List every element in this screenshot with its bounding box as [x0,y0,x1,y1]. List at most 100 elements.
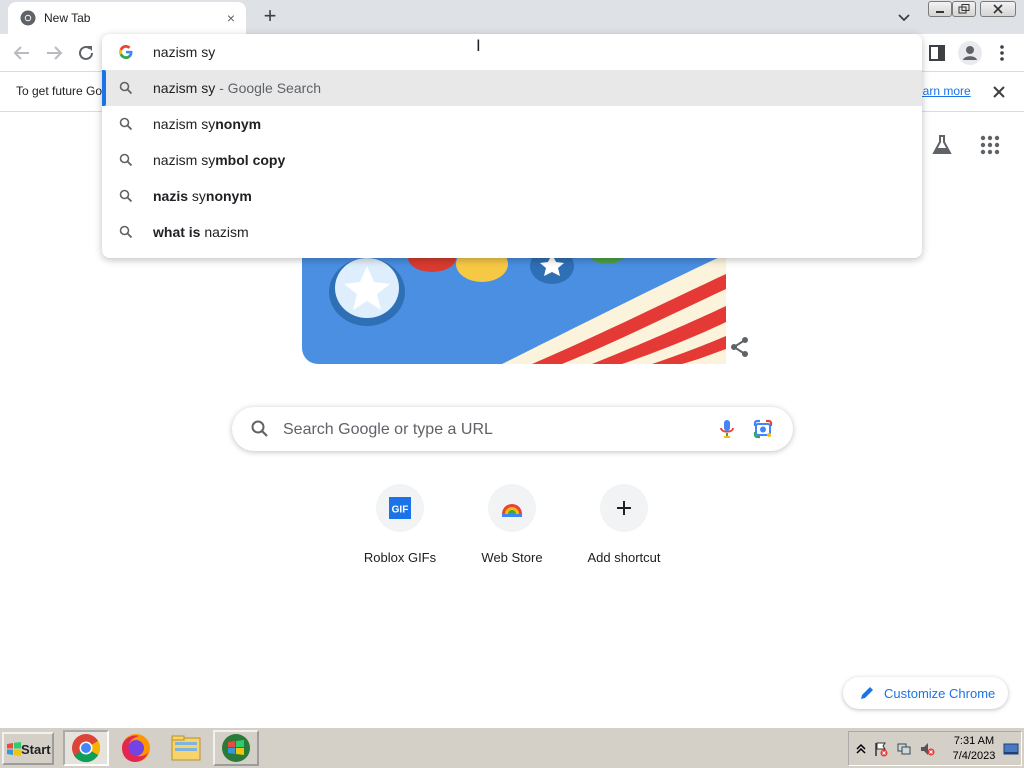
google-g-icon [119,45,133,59]
search-icon [119,153,133,167]
tab-close-icon[interactable]: × [222,9,240,27]
omnibox-suggestion[interactable]: nazism sy - Google Search [102,70,922,106]
shortcut-label: Web Store [481,550,543,565]
taskbar-chrome-button[interactable] [63,730,109,766]
suggestion-completion: nonym [205,188,252,204]
suggestion-text: nazism sy - Google Search [153,80,321,96]
omnibox-suggestion[interactable]: nazism synonym [102,106,922,142]
share-icon[interactable] [729,336,751,358]
person-icon [963,46,977,60]
search-icon [119,117,133,131]
ntp-search-box[interactable]: Search Google or type a URL [232,407,793,451]
suggestion-match: nazism [200,224,249,240]
learn-more-link[interactable]: earn more [916,84,976,98]
shortcut-web-store[interactable]: Web Store [456,484,568,574]
show-desktop-icon[interactable] [1003,741,1019,757]
google-doodle[interactable] [302,244,726,364]
chrome-icon [20,10,36,26]
plus-icon [617,501,631,515]
close-icon[interactable] [990,83,1008,101]
suggestion-query: nazism sy [153,80,216,96]
profile-avatar[interactable] [958,41,982,65]
pencil-icon [861,687,873,699]
suggestion-prefix: what is [153,224,201,240]
close-icon [993,4,1003,14]
clock-date[interactable]: 7/4/2023 [949,750,999,762]
search-icon [119,189,133,203]
tab-strip: New Tab × + [0,0,1024,34]
minimize-icon [936,11,944,13]
omnibox-suggestion[interactable]: what is nazism [102,214,922,250]
kebab-menu-icon[interactable] [994,42,1010,64]
shortcut-label: Roblox GIFs [363,550,437,565]
search-icon [119,81,133,95]
volume-muted-icon[interactable] [919,741,935,757]
taskbar-explorer-button[interactable] [163,730,209,766]
shortcut-tile: GIF [376,484,424,532]
tab-new-tab[interactable]: New Tab × [8,2,246,34]
web-store-icon [502,504,522,517]
suggestion-completion: mbol copy [215,152,286,168]
info-bar-text: To get future Go [16,84,103,98]
suggestion-match: nazism sy [153,116,216,132]
shortcut-tile [488,484,536,532]
shortcut-tile [600,484,648,532]
omnibox-dropdown: nazism sy I nazism sy - Google Search na… [102,34,922,258]
customize-chrome-label: Customize Chrome [884,686,996,701]
chevron-up-icon[interactable] [853,741,869,757]
suggestion-text: nazis synonym [153,188,252,204]
taskbar-firefox-button[interactable] [113,730,159,766]
microphone-icon[interactable] [717,418,737,440]
suggestion-prefix: nazis [153,188,189,204]
restore-button[interactable] [952,1,976,17]
suggestion-text: what is nazism [153,224,249,240]
side-panel-icon[interactable] [927,43,947,63]
search-placeholder[interactable]: Search Google or type a URL [283,421,493,439]
doodle-image [302,244,726,364]
search-icon [251,420,268,437]
start-button[interactable]: Start [2,732,54,765]
firefox-icon [122,734,150,762]
minimize-button[interactable] [928,1,952,17]
suggestion-text: nazism synonym [153,116,261,132]
suggestion-completion: nonym [215,116,262,132]
windows-orb-icon [222,734,250,762]
suggestion-text: nazism symbol copy [153,152,285,168]
taskbar-windows-button[interactable] [213,730,259,766]
action-center-flag-icon[interactable] [873,741,889,757]
tab-title: New Tab [44,11,91,25]
back-arrow-icon[interactable] [11,42,33,64]
system-tray: 7:31 AM 7/4/2023 [848,731,1022,766]
folder-icon [171,735,201,761]
omnibox-input[interactable]: nazism sy I [102,34,922,70]
suggestion-description: - Google Search [215,80,322,96]
windows-taskbar: Start 7:31 AM 7/4/2023 [0,727,1024,768]
suggestion-match: sy [188,188,206,204]
reload-icon[interactable] [75,42,97,64]
new-tab-button[interactable]: + [258,5,282,29]
chrome-labs-flask-icon[interactable] [930,133,954,157]
suggestion-match: nazism sy [153,152,216,168]
windows-logo-icon [7,742,21,756]
search-icon [119,225,133,239]
chrome-icon [72,734,100,763]
omnibox-suggestion[interactable]: nazis synonym [102,178,922,214]
shortcut-roblox-gifs[interactable]: GIF Roblox GIFs [344,484,456,574]
text-cursor-icon: I [476,36,481,55]
svg-text:GIF: GIF [392,505,409,516]
window-close-button[interactable] [980,1,1016,17]
customize-chrome-button[interactable]: Customize Chrome [843,677,1008,709]
start-label: Start [21,742,51,757]
tab-search-chevron-icon[interactable] [894,7,914,27]
gif-icon: GIF [389,497,411,519]
google-apps-grid-icon[interactable] [978,133,1002,157]
network-icon[interactable] [896,741,912,757]
clock-time[interactable]: 7:31 AM [949,735,999,747]
omnibox-suggestion[interactable]: nazism symbol copy [102,142,922,178]
shortcut-label: Add shortcut [587,550,661,565]
add-shortcut-button[interactable]: Add shortcut [568,484,680,574]
google-lens-icon[interactable] [752,418,774,440]
restore-icon [958,4,970,14]
omnibox-typed-text[interactable]: nazism sy [153,44,215,60]
forward-arrow-icon[interactable] [43,42,65,64]
